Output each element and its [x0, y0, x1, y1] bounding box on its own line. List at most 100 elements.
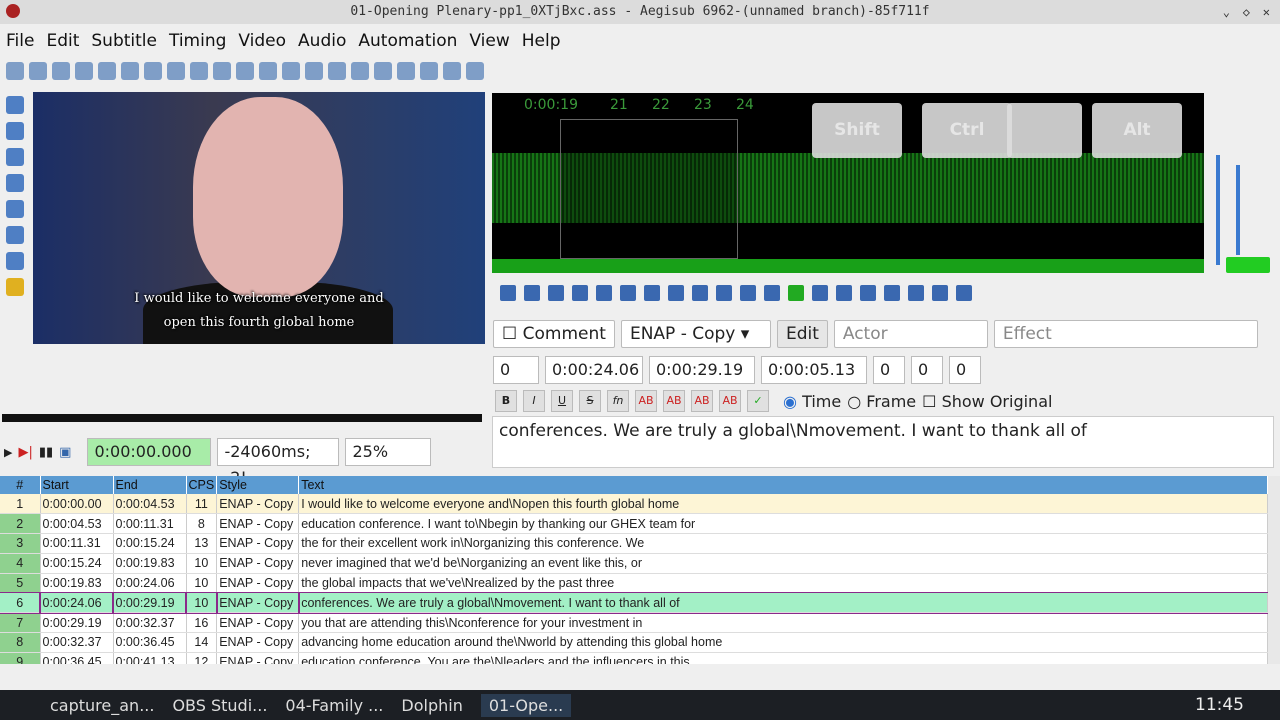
start-time-field[interactable]: 0:00:24.06 — [545, 356, 643, 384]
close-button[interactable]: ✕ — [1263, 0, 1270, 24]
rotate-z-icon[interactable] — [6, 148, 24, 166]
table-row[interactable]: 4 0:00:15.24 0:00:19.83 10 ENAP - Copy never … — [0, 553, 1268, 574]
time-radio[interactable]: ◉ Time — [783, 392, 841, 411]
task-capture[interactable]: capture_an... — [50, 696, 154, 715]
video-time-field[interactable]: 0:00:00.000 — [87, 438, 212, 466]
task-aegisub[interactable]: 01-Ope... — [480, 693, 572, 717]
kanji-timer-icon[interactable] — [374, 62, 392, 80]
column-header[interactable]: Text — [298, 476, 1268, 494]
primary-color-button[interactable]: AB — [635, 390, 657, 412]
zoom-slider[interactable] — [1216, 155, 1220, 265]
karaoke-split-icon[interactable] — [956, 285, 972, 301]
auto-scroll-icon[interactable] — [884, 285, 900, 301]
column-header[interactable]: CPS — [186, 476, 218, 494]
open-file-icon[interactable] — [29, 62, 47, 80]
actor-combo[interactable]: Actor — [833, 320, 988, 348]
play-to-end-icon[interactable] — [716, 285, 732, 301]
video-display[interactable]: I would like to welcome everyone and ope… — [33, 92, 485, 344]
save-icon[interactable] — [52, 62, 70, 80]
styling-assistant-icon[interactable] — [282, 62, 300, 80]
translation-icon[interactable] — [305, 62, 323, 80]
help-icon[interactable] — [6, 278, 24, 296]
fonts-icon[interactable] — [236, 62, 254, 80]
show-original-checkbox[interactable]: ☐ Show Original — [922, 392, 1052, 411]
rotate-xy-icon[interactable] — [6, 174, 24, 192]
shadow-color-button[interactable]: AB — [719, 390, 741, 412]
commit-icon[interactable] — [788, 285, 804, 301]
maximize-button[interactable]: ◇ — [1243, 0, 1250, 24]
audio-scrollbar[interactable] — [492, 259, 1204, 273]
bold-button[interactable]: B — [495, 390, 517, 412]
table-row[interactable]: 3 0:00:11.31 0:00:15.24 13 ENAP - Copy the fo… — [0, 533, 1268, 554]
table-row[interactable]: 5 0:00:19.83 0:00:24.06 10 ENAP - Copy the gl… — [0, 573, 1268, 594]
menu-view[interactable]: View — [463, 28, 515, 54]
standard-tool-icon[interactable] — [6, 96, 24, 114]
play-icon[interactable]: ▶ — [4, 446, 12, 459]
play-line-icon[interactable]: ▶| — [18, 445, 32, 460]
menu-timing[interactable]: Timing — [163, 28, 232, 54]
column-header[interactable]: Start — [40, 476, 114, 494]
next-line-icon[interactable] — [524, 285, 540, 301]
timing-postprocessor-icon[interactable] — [351, 62, 369, 80]
margin-left-field[interactable]: 0 — [873, 356, 905, 384]
clip-icon[interactable] — [6, 226, 24, 244]
menu-file[interactable]: File — [0, 28, 40, 54]
menu-automation[interactable]: Automation — [352, 28, 463, 54]
play-before-icon[interactable] — [620, 285, 636, 301]
table-row[interactable]: 8 0:00:32.37 0:00:36.45 14 ENAP - Copy advanc… — [0, 632, 1268, 653]
karaoke-icon[interactable] — [932, 285, 948, 301]
comment-checkbox[interactable]: ☐ Comment — [493, 320, 615, 348]
audio-waveform[interactable]: 0:00:19 21 22 23 24 Shift Ctrl Alt — [492, 93, 1204, 273]
auto-commit-icon[interactable] — [836, 285, 852, 301]
lead-out-icon[interactable] — [764, 285, 780, 301]
task-obs[interactable]: OBS Studi... — [172, 696, 267, 715]
menu-help[interactable]: Help — [516, 28, 567, 54]
zoom-in-icon[interactable] — [98, 62, 116, 80]
table-row[interactable]: 2 0:00:04.53 0:00:11.31 8 ENAP - Copy educati… — [0, 513, 1268, 535]
table-row[interactable]: 6 0:00:24.06 0:00:29.19 10 ENAP - Copy confer… — [0, 591, 1268, 614]
automation-icon[interactable] — [420, 62, 438, 80]
column-header[interactable]: End — [113, 476, 187, 494]
edit-style-button[interactable]: Edit — [776, 320, 828, 348]
commit-icon[interactable]: ✓ — [747, 390, 769, 412]
font-button[interactable]: fn — [607, 390, 629, 412]
goto-icon[interactable] — [812, 285, 828, 301]
minimize-button[interactable]: ⌄ — [1223, 0, 1230, 24]
grid-scrollbar[interactable] — [1268, 476, 1280, 664]
grid-tags-icon[interactable] — [466, 62, 484, 80]
italic-button[interactable]: I — [523, 390, 545, 412]
stop-icon[interactable] — [596, 285, 612, 301]
play-end-icon[interactable] — [668, 285, 684, 301]
column-header[interactable]: # — [0, 476, 41, 494]
auto-next-icon[interactable] — [860, 285, 876, 301]
margin-right-field[interactable]: 0 — [911, 356, 943, 384]
play-begin-icon[interactable] — [644, 285, 660, 301]
jump-icon[interactable] — [75, 62, 93, 80]
subtitle-text-editor[interactable]: conferences. We are truly a global\Nmove… — [492, 416, 1274, 468]
spell-check-icon[interactable] — [397, 62, 415, 80]
video-seek-bar[interactable] — [2, 414, 482, 422]
style-select[interactable]: ENAP - Copy ▾ — [620, 320, 771, 348]
strikeout-button[interactable]: S — [579, 390, 601, 412]
menu-edit[interactable]: Edit — [40, 28, 85, 54]
effect-combo[interactable]: Effect — [993, 320, 1258, 348]
outline-color-button[interactable]: AB — [691, 390, 713, 412]
find-icon[interactable] — [144, 62, 162, 80]
attachments-icon[interactable] — [213, 62, 231, 80]
play-line-icon[interactable] — [572, 285, 588, 301]
frame-offset-field[interactable]: -24060ms; -2! — [217, 438, 340, 487]
drag-tool-icon[interactable] — [6, 122, 24, 140]
prev-line-icon[interactable] — [500, 285, 516, 301]
table-row[interactable]: 9 0:00:36.45 0:00:41.13 12 ENAP - Copy educat… — [0, 652, 1268, 664]
play-after-icon[interactable] — [692, 285, 708, 301]
auto-scroll-icon[interactable]: ▣ — [59, 445, 71, 460]
task-dolphin[interactable]: Dolphin — [401, 696, 462, 715]
subtitle-grid[interactable]: # Start End CPS Style Text 1 0:00:00.00 0:00:04… — [0, 476, 1268, 664]
vector-clip-icon[interactable] — [6, 252, 24, 270]
menu-subtitle[interactable]: Subtitle — [85, 28, 163, 54]
layer-field[interactable]: 0 — [493, 356, 539, 384]
scale-icon[interactable] — [6, 200, 24, 218]
new-file-icon[interactable] — [6, 62, 24, 80]
zoom-out-icon[interactable] — [121, 62, 139, 80]
lead-in-icon[interactable] — [740, 285, 756, 301]
